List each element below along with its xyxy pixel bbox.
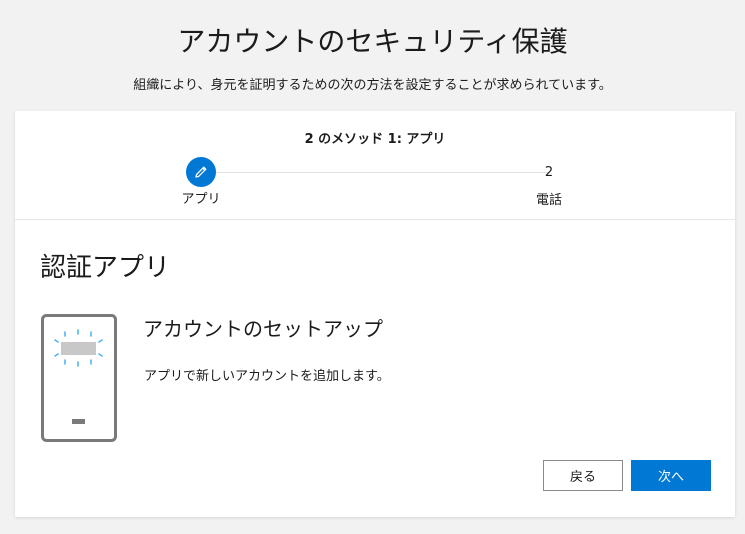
back-button[interactable]: 戻る [543, 460, 623, 491]
setup-title: アカウントのセットアップ [143, 317, 383, 341]
page-subtitle: 組織により、身元を証明するための次の方法を設定することが求められています。 [133, 78, 612, 93]
section-title: 認証アプリ [40, 253, 171, 283]
step-1-indicator [186, 157, 216, 187]
setup-card: 2 のメソッド 1: アプリ アプリ 2 電話 認証アプリ アカウントのセットア… [15, 111, 735, 517]
setup-description: アプリで新しいアカウントを追加します。 [144, 369, 390, 384]
page-title: アカウントのセキュリティ保護 [177, 25, 568, 58]
pencil-icon [195, 166, 207, 178]
next-button[interactable]: 次へ [631, 460, 711, 491]
phone-illustration-icon [41, 314, 117, 442]
step-caption: 2 のメソッド 1: アプリ [304, 132, 446, 147]
step-progress-line [215, 172, 549, 173]
step-1-label: アプリ [181, 192, 221, 207]
step-2-number: 2 [544, 165, 554, 180]
step-2-label: 電話 [535, 193, 562, 208]
stepper: 2 のメソッド 1: アプリ アプリ 2 電話 [15, 111, 735, 220]
